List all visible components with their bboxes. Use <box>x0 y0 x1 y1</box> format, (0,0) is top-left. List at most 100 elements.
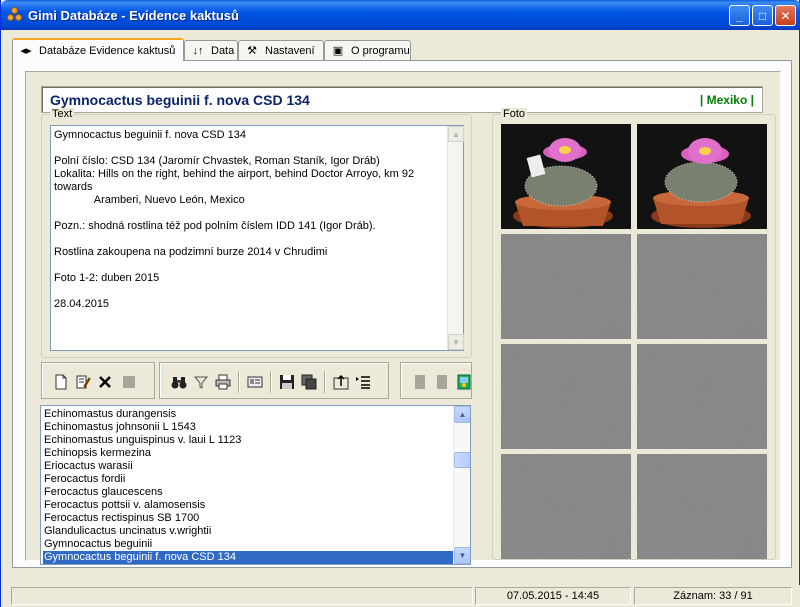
disabled-page-icon <box>415 375 425 389</box>
photo-slot-4[interactable] <box>637 234 767 339</box>
toolbar-separator <box>270 371 272 393</box>
export-button[interactable] <box>332 373 350 391</box>
list-item[interactable]: Echinomastus unguispinus v. laui L 1123 <box>43 434 241 447</box>
save-button[interactable] <box>278 373 296 391</box>
status-bar: 07.05.2015 - 14:45 Záznam: 33 / 91 <box>1 585 800 607</box>
scroll-down-icon[interactable]: ▼ <box>454 547 470 564</box>
minimize-icon: _ <box>736 8 743 23</box>
text-group: Text Gymnocactus beguinii f. nova CSD 13… <box>41 108 472 358</box>
copy-button[interactable] <box>300 373 318 391</box>
toolbar-separator <box>238 371 240 393</box>
list-scrollbar[interactable]: ▲ ▼ <box>453 406 470 564</box>
cactus-photo-image <box>501 124 631 229</box>
scroll-up-icon[interactable]: ▲ <box>454 406 470 423</box>
photo-next-button <box>433 373 451 391</box>
list-item[interactable]: Gymnocactus beguinii <box>43 538 152 551</box>
card-view-button[interactable] <box>246 373 264 391</box>
scroll-up-icon[interactable]: ▲ <box>448 126 464 142</box>
description-textarea[interactable]: Gymnocactus beguinii f. nova CSD 134 Pol… <box>50 125 464 351</box>
scroll-thumb[interactable] <box>454 452 470 468</box>
minimize-button[interactable]: _ <box>729 5 750 26</box>
species-title: Gymnocactus beguinii f. nova CSD 134 <box>50 92 310 108</box>
close-icon: ✕ <box>780 8 791 23</box>
delete-icon <box>99 376 111 388</box>
window-title: Gimi Databáze - Evidence kaktusů <box>28 8 239 23</box>
tab-nastaveni[interactable]: ⚒ Nastavení <box>238 40 324 60</box>
list-item[interactable]: Echinopsis kermezina <box>43 447 151 460</box>
tab-label: Data <box>211 44 235 57</box>
binoculars-icon <box>171 377 187 389</box>
photo-slot-3[interactable] <box>501 234 631 339</box>
search-button[interactable] <box>170 373 188 391</box>
origin-label: | Mexiko | <box>699 93 754 107</box>
floppy-disk-icon <box>280 375 294 389</box>
scroll-down-icon[interactable]: ▼ <box>448 334 464 350</box>
photo-2[interactable] <box>637 124 767 229</box>
species-list[interactable]: Echinomastus durangensis Echinomastus jo… <box>40 405 471 565</box>
status-record-count: Záznam: 33 / 91 <box>634 587 792 605</box>
list-item[interactable]: Ferocactus fordii <box>43 473 125 486</box>
upload-icon <box>333 374 349 390</box>
list-item[interactable]: Eriocactus warasii <box>43 460 133 473</box>
tab-label: Databáze Evidence kaktusů <box>39 44 176 57</box>
maximize-icon: □ <box>758 8 767 23</box>
photo-toolbar <box>400 362 472 399</box>
info-box-icon: ▣ <box>332 45 344 57</box>
photo-view-button[interactable] <box>455 373 473 391</box>
list-item[interactable]: Echinomastus durangensis <box>43 408 176 421</box>
filter-icon <box>193 376 209 389</box>
tab-label: Nastavení <box>265 44 315 57</box>
left-right-arrows-icon: ◂▸ <box>20 45 32 57</box>
new-document-icon <box>55 374 67 390</box>
tab-data[interactable]: ↓↑ Data <box>184 40 238 60</box>
copy-icon <box>301 374 317 390</box>
disabled-page-icon <box>437 375 447 389</box>
title-bar[interactable]: Gimi Databáze - Evidence kaktusů _ □ ✕ <box>1 0 800 30</box>
app-window: Gimi Databáze - Evidence kaktusů _ □ ✕ ◂… <box>0 0 800 607</box>
edit-document-icon <box>76 375 91 389</box>
image-icon <box>457 374 471 390</box>
sort-arrows-icon: ↓↑ <box>192 44 204 57</box>
toolbar-separator <box>324 371 326 393</box>
record-header: Gymnocactus beguinii f. nova CSD 134 | M… <box>41 86 763 113</box>
app-cactus-icon[interactable] <box>7 7 23 23</box>
delete-record-button[interactable] <box>96 373 114 391</box>
list-item[interactable]: Ferocactus pottsii v. alamosensis <box>43 499 205 512</box>
save-record-button <box>120 373 138 391</box>
photo-slot-5[interactable] <box>501 344 631 449</box>
edit-record-button[interactable] <box>74 373 92 391</box>
close-button[interactable]: ✕ <box>775 5 796 26</box>
new-record-button[interactable] <box>52 373 70 391</box>
description-text: Gymnocactus beguinii f. nova CSD 134 Pol… <box>54 129 415 310</box>
list-item-selected[interactable]: Gymnocactus beguinii f. nova CSD 134 <box>43 551 455 564</box>
photo-slot-6[interactable] <box>637 344 767 449</box>
photo-group: Foto <box>492 108 776 560</box>
maximize-button[interactable]: □ <box>752 5 773 26</box>
text-group-label: Text <box>50 108 75 120</box>
tab-o-programu[interactable]: ▣ O programu <box>324 40 411 60</box>
printer-icon <box>215 374 231 390</box>
status-datetime: 07.05.2015 - 14:45 <box>475 587 631 605</box>
photo-slot-7[interactable] <box>501 454 631 559</box>
card-icon <box>247 376 263 388</box>
edit-toolbar <box>41 362 155 399</box>
list-indent-icon <box>356 376 370 389</box>
photo-slot-8[interactable] <box>637 454 767 559</box>
list-item[interactable]: Echinomastus johnsonii L 1543 <box>43 421 196 434</box>
tab-label: O programu <box>351 44 410 57</box>
filter-button[interactable] <box>192 373 210 391</box>
list-item[interactable]: Ferocactus rectispinus SB 1700 <box>43 512 199 525</box>
data-toolbar <box>159 362 389 399</box>
print-button[interactable] <box>214 373 232 391</box>
disabled-square-icon <box>123 376 135 388</box>
list-indent-button[interactable] <box>354 373 372 391</box>
photo-1[interactable] <box>501 124 631 229</box>
tools-icon: ⚒ <box>247 45 257 57</box>
status-panel-empty <box>11 587 473 605</box>
list-item[interactable]: Glandulicactus uncinatus v.wrightii <box>43 525 211 538</box>
photo-group-label: Foto <box>501 108 528 120</box>
photo-prev-button <box>411 373 429 391</box>
textarea-scrollbar[interactable]: ▲ ▼ <box>447 126 464 350</box>
tab-databaze[interactable]: ◂▸ Databáze Evidence kaktusů <box>12 38 184 61</box>
list-item[interactable]: Ferocactus glaucescens <box>43 486 163 499</box>
